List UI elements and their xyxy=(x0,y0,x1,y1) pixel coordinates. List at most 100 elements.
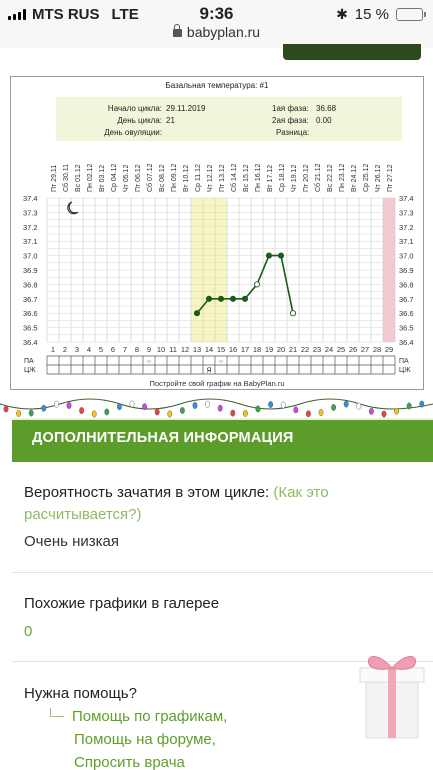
date-tick-label: Вт 10.12 xyxy=(183,165,190,192)
section-title: ДОПОЛНИТЕЛЬНАЯ ИНФОРМАЦИЯ xyxy=(32,430,294,446)
day-number-label: 18 xyxy=(253,345,261,354)
garland-bulb xyxy=(54,400,59,408)
y-tick-label-left: 37.2 xyxy=(23,223,38,232)
y-tick-label-right: 36.6 xyxy=(399,309,414,318)
garland-bulb xyxy=(368,407,374,415)
similar-label: Похожие графики в галерее xyxy=(24,595,220,612)
garland-bulb xyxy=(305,410,311,418)
y-tick-label-right: 37.3 xyxy=(399,208,414,217)
date-tick-label: Чт 19.12 xyxy=(291,165,298,192)
y-tick-label-left: 37.1 xyxy=(23,237,38,246)
garland-bulb xyxy=(66,402,72,409)
day-number-label: 15 xyxy=(217,345,225,354)
y-tick-label-left: 36.5 xyxy=(23,324,38,333)
date-tick-label: Вт 17.12 xyxy=(267,165,274,192)
divider xyxy=(12,572,433,573)
garland-bulb xyxy=(356,402,362,410)
garland-bulb xyxy=(230,409,236,417)
date-tick-label: Ср 11.12 xyxy=(195,164,202,192)
temperature-point xyxy=(241,295,249,302)
garland-bulb xyxy=(179,407,185,414)
date-tick-label: Сб 07.12 xyxy=(146,163,154,192)
day-number-label: 20 xyxy=(277,345,285,354)
pa-mark: ○ xyxy=(219,359,223,366)
date-tick-label: Вт 03.12 xyxy=(99,165,106,192)
day-number-label: 24 xyxy=(325,345,333,354)
garland-bulb xyxy=(91,410,97,418)
garland-bulb xyxy=(255,405,261,413)
day-number-label: 11 xyxy=(169,345,177,354)
temperature-point xyxy=(277,252,285,259)
day-number-label: 23 xyxy=(313,345,321,354)
garland-bulb xyxy=(318,409,324,416)
url-text: babyplan.ru xyxy=(186,24,261,40)
cj-mark: Я xyxy=(206,368,211,375)
date-tick-label: Пн 16.12 xyxy=(255,164,262,192)
y-tick-label-right: 37.0 xyxy=(399,252,414,261)
garland-bulb xyxy=(167,410,173,418)
day-number-label: 25 xyxy=(337,345,345,354)
day-number-label: 16 xyxy=(229,345,237,354)
battery-percent: 15 % xyxy=(354,6,389,23)
day-number-label: 29 xyxy=(385,345,393,354)
probability-value: Очень низкая xyxy=(24,533,119,550)
day-number-label: 17 xyxy=(241,345,249,354)
y-tick-label-right: 36.4 xyxy=(399,338,414,347)
date-tick-label: Сб 21.12 xyxy=(314,163,322,192)
help-link-charts[interactable]: Помощь по графикам, xyxy=(72,708,227,725)
pa-label-right: ПА xyxy=(399,358,409,365)
day-number-label: 14 xyxy=(205,345,213,354)
temperature-point xyxy=(229,295,237,302)
date-tick-label: Пт 27.12 xyxy=(387,164,394,192)
y-tick-label-left: 36.8 xyxy=(23,280,38,289)
address-bar[interactable]: babyplan.ru xyxy=(0,24,433,40)
similar-count-link[interactable]: 0 xyxy=(24,623,424,640)
date-tick-label: Сб 30.11 xyxy=(62,164,70,192)
help-link-doctor[interactable]: Спросить врача xyxy=(50,751,227,770)
day-number-label: 27 xyxy=(361,345,369,354)
help-links: Помощь по графикам, Помощь на форуме, Сп… xyxy=(50,705,227,770)
temperature-point xyxy=(289,310,297,317)
date-tick-label: Чт 26.12 xyxy=(375,165,382,192)
section-header: ДОПОЛНИТЕЛЬНАЯ ИНФОРМАЦИЯ xyxy=(12,418,433,462)
header-button-edge[interactable] xyxy=(283,44,421,60)
temperature-point xyxy=(253,281,261,288)
day-number-label: 9 xyxy=(147,345,151,354)
day-number-label: 2 xyxy=(63,345,67,354)
temperature-point xyxy=(217,295,225,302)
y-tick-label-right: 37.4 xyxy=(399,194,414,203)
date-tick-label: Ср 25.12 xyxy=(363,163,370,192)
lock-icon xyxy=(172,24,182,37)
day-number-label: 28 xyxy=(373,345,381,354)
y-tick-label-left: 36.4 xyxy=(23,338,38,347)
gift-icon[interactable] xyxy=(356,646,428,742)
garland-bulb xyxy=(117,403,122,411)
garland-bulb xyxy=(142,403,148,411)
pa-label: ПА xyxy=(24,358,34,365)
date-tick-label: Сб 14.12 xyxy=(230,163,238,192)
date-tick-label: Пн 02.12 xyxy=(87,164,94,192)
date-tick-label: Чт 12.12 xyxy=(207,165,214,192)
date-tick-label: Пт 20.12 xyxy=(303,164,310,192)
help-link-forum[interactable]: Помощь на форуме, xyxy=(50,728,227,751)
bluetooth-icon: ✱ xyxy=(336,6,348,22)
garland-bulb xyxy=(28,409,34,417)
garland-bulb xyxy=(217,404,223,412)
pa-mark: ○ xyxy=(147,359,151,366)
y-tick-label-right: 36.5 xyxy=(399,324,414,333)
date-tick-label: Вт 24.12 xyxy=(351,165,358,192)
date-tick-label: Пн 09.12 xyxy=(171,164,178,192)
status-bar: MTS RUS LTE 9:36 ✱ 15 % babyplan.ru xyxy=(0,0,433,48)
garland-bulb xyxy=(242,410,248,417)
garland-bulb xyxy=(394,407,399,415)
status-right: ✱ 15 % xyxy=(336,6,426,23)
tree-branch-icon xyxy=(50,708,64,717)
y-tick-label-right: 36.9 xyxy=(399,266,414,275)
y-tick-label-left: 37.4 xyxy=(23,194,38,203)
date-tick-label: Вс 15.12 xyxy=(243,164,250,192)
garland-bulb xyxy=(268,401,273,408)
day-number-label: 13 xyxy=(193,345,201,354)
y-tick-label-left: 37.3 xyxy=(23,208,38,217)
garland-bulb xyxy=(79,407,85,414)
day-number-label: 6 xyxy=(111,345,115,354)
